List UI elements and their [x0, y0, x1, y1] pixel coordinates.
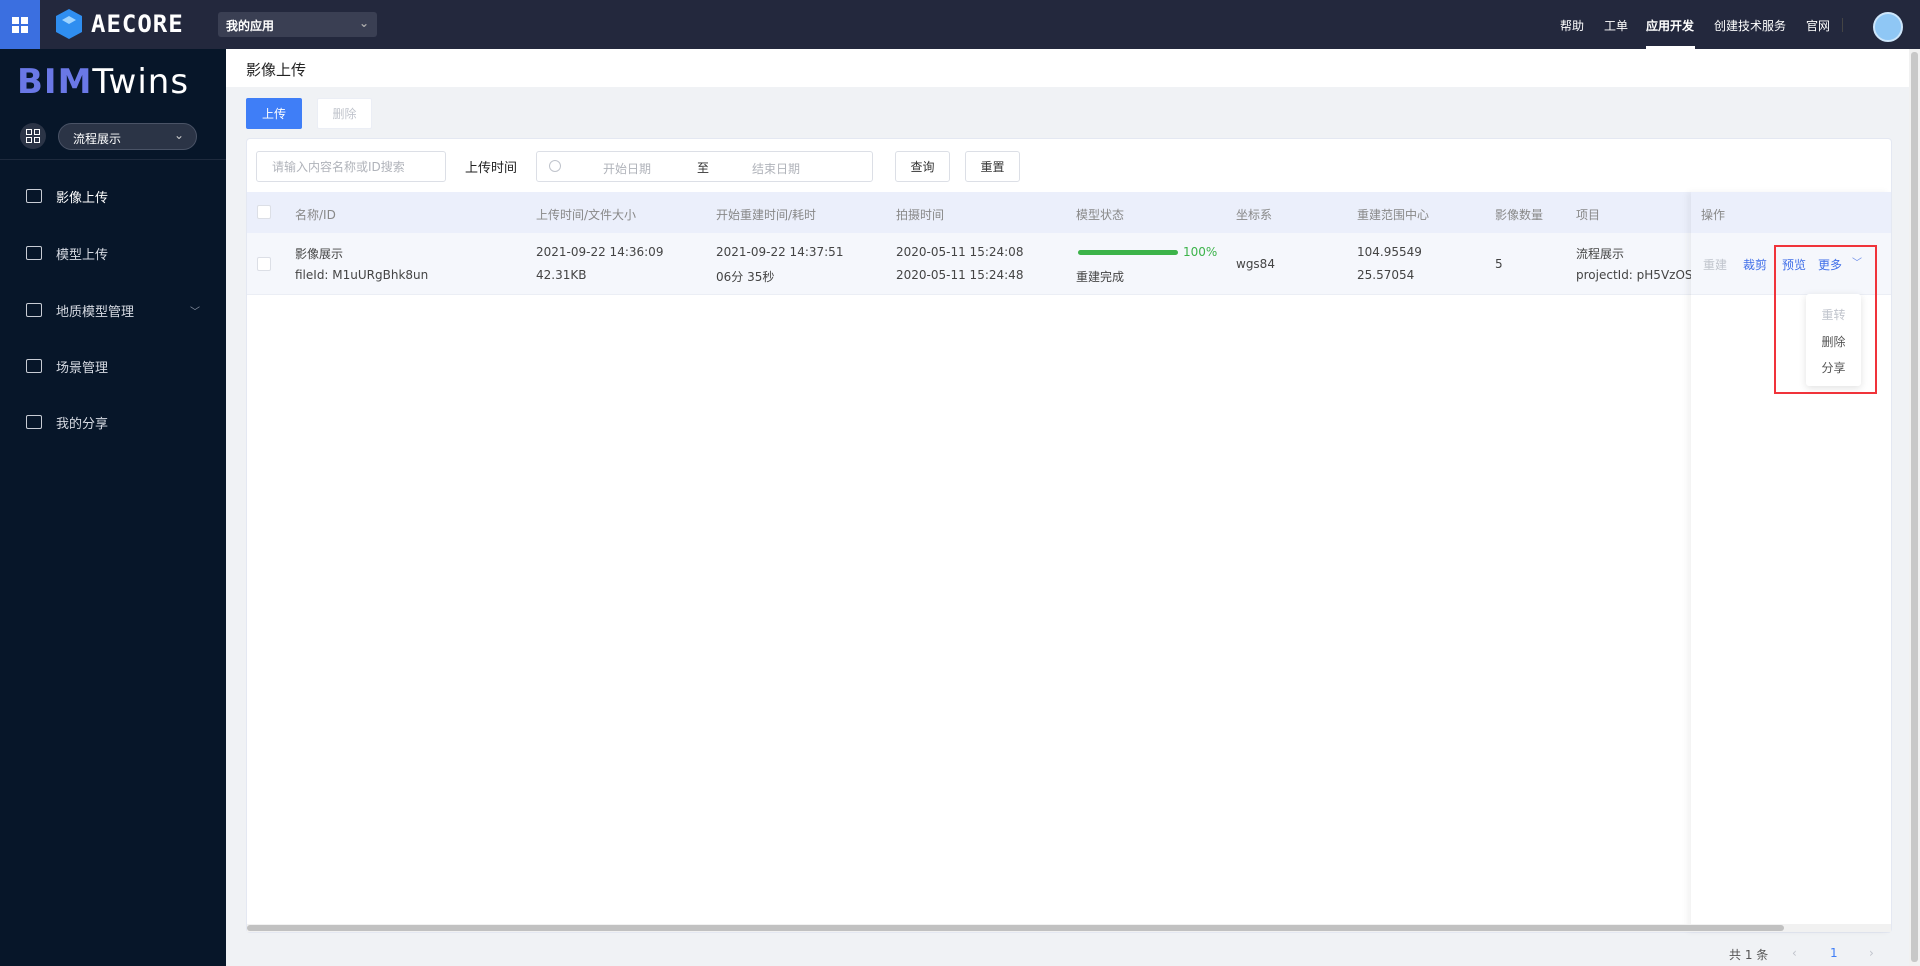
terrain-icon: [26, 303, 42, 317]
project-select-value: 流程展示: [73, 132, 122, 146]
row-shot-start: 2020-05-11 15:24:08: [896, 245, 1024, 259]
app-select-value: 我的应用: [226, 19, 275, 33]
upload-time-label: 上传时间: [465, 161, 518, 176]
app-grid-button[interactable]: [0, 0, 40, 49]
nav-help[interactable]: 帮助: [1560, 17, 1584, 34]
logo-part: Twins: [92, 62, 190, 102]
delete-button[interactable]: 删除: [317, 98, 372, 129]
column-header: 开始重建时间/耗时: [716, 208, 817, 222]
search-input[interactable]: 请输入内容名称或ID搜索: [256, 151, 446, 182]
date-range-picker[interactable]: 开始日期 至 结束日期: [536, 151, 873, 182]
row-center-x: 104.95549: [1357, 245, 1422, 259]
cube-icon: [26, 246, 42, 260]
column-header: 坐标系: [1236, 208, 1273, 222]
chevron-down-icon: ﹀: [190, 306, 200, 318]
highlight-box: [1774, 245, 1877, 394]
end-date-input[interactable]: 结束日期: [752, 160, 800, 177]
nav-website[interactable]: 官网: [1806, 17, 1830, 34]
vertical-scrollbar[interactable]: [1911, 52, 1918, 962]
row-image-count: 5: [1495, 257, 1503, 271]
row-rebuild-start: 2021-09-22 14:37:51: [716, 245, 844, 259]
start-date-input[interactable]: 开始日期: [603, 160, 651, 177]
horizontal-scrollbar[interactable]: [247, 925, 1784, 931]
column-header: 名称/ID: [295, 208, 336, 222]
crop-link[interactable]: 裁剪: [1743, 256, 1767, 273]
sidebar-item-geo-model[interactable]: 地质模型管理 ﹀: [0, 290, 226, 330]
sidebar-item-label: 模型上传: [56, 247, 109, 263]
nav-app-dev[interactable]: 应用开发: [1646, 17, 1694, 34]
column-header: 项目: [1576, 208, 1601, 222]
project-grid-icon[interactable]: [20, 123, 46, 149]
query-button[interactable]: 查询: [895, 151, 950, 182]
sidebar-item-image-upload[interactable]: 影像上传: [0, 176, 226, 216]
progress-label: 100%: [1183, 245, 1218, 259]
column-header: 拍摄时间: [896, 208, 945, 222]
column-header: 上传时间/文件大小: [536, 208, 637, 222]
progress-fill: [1078, 250, 1178, 255]
sidebar-item-label: 我的分享: [56, 416, 109, 432]
table-row[interactable]: [247, 233, 1691, 295]
grid-icon: [12, 16, 28, 33]
reset-button[interactable]: 重置: [965, 151, 1020, 182]
sidebar-item-label: 影像上传: [56, 190, 109, 206]
sidebar-item-label: 场景管理: [56, 360, 109, 376]
avatar[interactable]: [1873, 12, 1903, 42]
column-header: 影像数量: [1495, 208, 1544, 222]
divider: [1842, 18, 1843, 32]
column-header: 模型状态: [1076, 208, 1125, 222]
row-size: 42.31KB: [536, 268, 587, 282]
progress-bar: [1078, 250, 1178, 255]
sidebar-item-label: 地质模型管理: [56, 304, 135, 320]
row-file-id: fileId: M1uURgBhk8un: [295, 268, 429, 282]
logo-text: AECORE: [91, 10, 184, 38]
row-shot-end: 2020-05-11 15:24:48: [896, 268, 1024, 282]
scene-icon: [26, 359, 42, 373]
sidebar-item-scene[interactable]: 场景管理: [0, 346, 226, 386]
app-select[interactable]: 我的应用 ⌄: [218, 12, 377, 37]
sidebar-item-model-upload[interactable]: 模型上传: [0, 233, 226, 273]
row-crs: wgs84: [1236, 257, 1275, 271]
next-page-icon[interactable]: ›: [1869, 946, 1874, 960]
share-folder-icon: [26, 415, 42, 429]
row-project: 流程展示: [1576, 247, 1625, 261]
nav-tech-service[interactable]: 创建技术服务: [1714, 17, 1786, 34]
page-header: [226, 49, 1910, 87]
row-checkbox[interactable]: [257, 257, 271, 271]
search-placeholder: 请输入内容名称或ID搜索: [272, 160, 405, 174]
total-count: 共 1 条: [1729, 948, 1769, 962]
select-all-checkbox[interactable]: [257, 205, 271, 219]
table-header: [247, 192, 1691, 233]
row-center-y: 25.57054: [1357, 268, 1415, 282]
cube-logo-icon: [56, 9, 82, 39]
range-separator: 至: [697, 161, 710, 175]
bimtwins-logo: BIMTwins: [17, 62, 189, 102]
row-project-id: projectId: pH5VzOSv: [1576, 268, 1691, 282]
column-header: 重建范围中心: [1357, 208, 1430, 222]
column-header: 操作: [1701, 208, 1726, 222]
chevron-down-icon: ⌄: [173, 128, 184, 142]
nav-ticket[interactable]: 工单: [1604, 17, 1628, 34]
upload-button[interactable]: 上传: [246, 98, 302, 129]
divider: [0, 159, 226, 160]
image-upload-icon: [26, 189, 42, 203]
row-status: 重建完成: [1076, 270, 1125, 284]
clock-icon: [549, 160, 561, 172]
sidebar-item-my-share[interactable]: 我的分享: [0, 402, 226, 442]
project-select[interactable]: 流程展示 ⌄: [58, 123, 197, 150]
row-name: 影像展示: [295, 247, 344, 261]
page-1[interactable]: 1: [1830, 946, 1838, 960]
chevron-down-icon: ⌄: [358, 16, 369, 30]
rebuild-link[interactable]: 重建: [1703, 256, 1727, 273]
logo-part: BIM: [17, 62, 93, 102]
prev-page-icon[interactable]: ‹: [1792, 946, 1797, 960]
row-duration: 06分 35秒: [716, 270, 775, 284]
row-upload-time: 2021-09-22 14:36:09: [536, 245, 664, 259]
page-title: 影像上传: [246, 61, 307, 79]
aecore-logo: AECORE: [55, 8, 184, 40]
